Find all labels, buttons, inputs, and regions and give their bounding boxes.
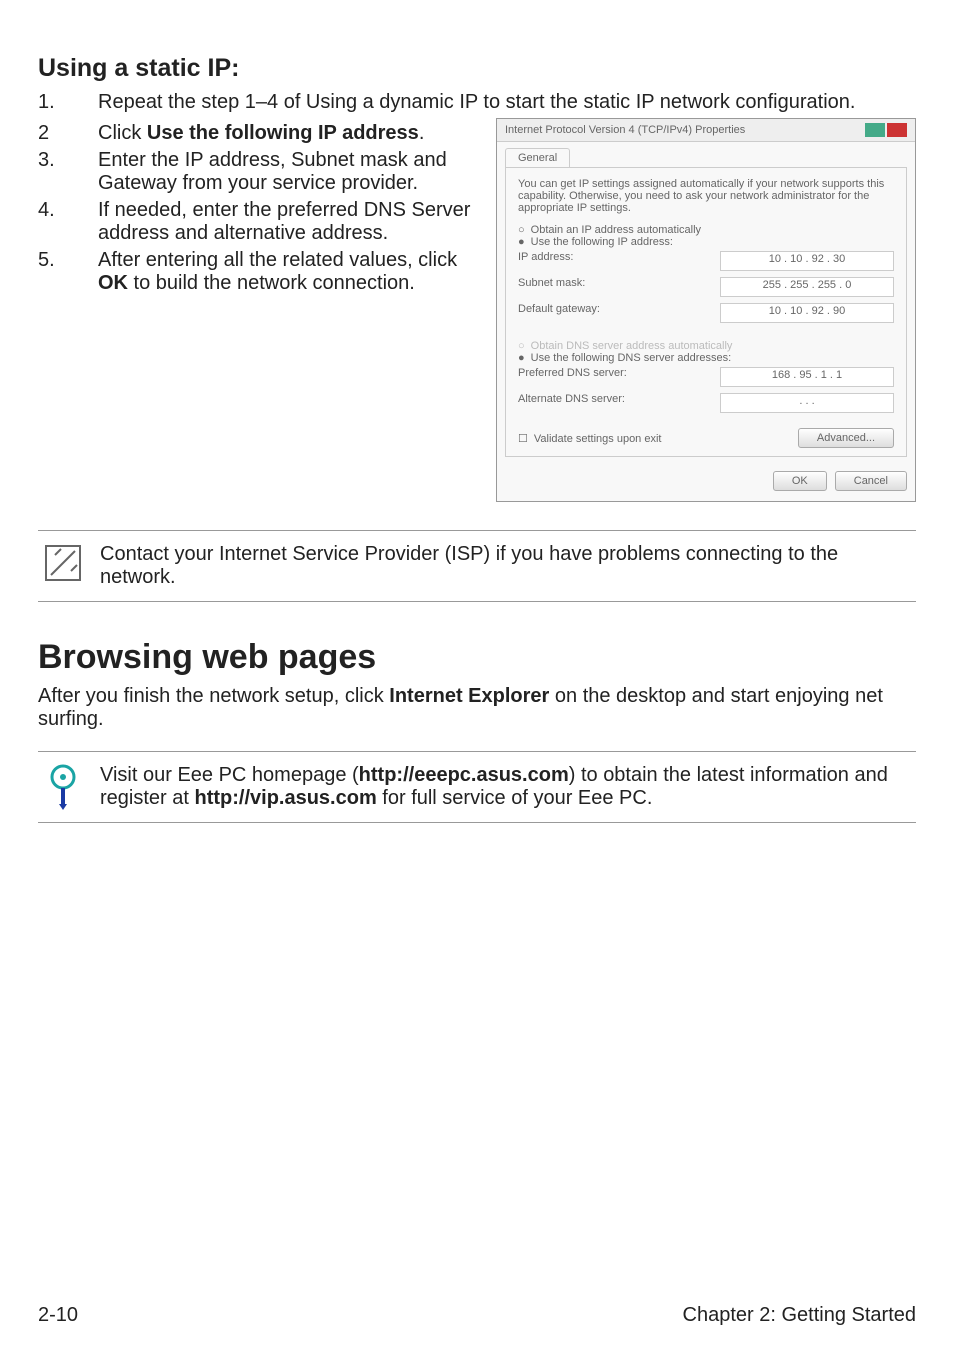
step-3: 3. Enter the IP address, Subnet mask and… bbox=[38, 149, 478, 195]
field-mask[interactable]: 255 . 255 . 255 . 0 bbox=[720, 277, 894, 297]
chapter-label: Chapter 2: Getting Started bbox=[683, 1304, 916, 1327]
window-buttons bbox=[865, 123, 907, 137]
heading-browsing: Browsing web pages bbox=[38, 638, 916, 677]
step-num: 5. bbox=[38, 249, 98, 272]
cancel-button[interactable]: Cancel bbox=[835, 471, 907, 491]
field-ip[interactable]: 10 . 10 . 92 . 30 bbox=[720, 251, 894, 271]
section-title: Using a static IP: bbox=[38, 54, 916, 83]
step-num: 2 bbox=[38, 122, 98, 145]
step-2: 2 Click Use the following IP address. bbox=[38, 122, 478, 145]
label-pref-dns: Preferred DNS server: bbox=[518, 367, 627, 387]
step-num: 1. bbox=[38, 91, 98, 114]
note-icon bbox=[42, 543, 84, 583]
properties-dialog: Internet Protocol Version 4 (TCP/IPv4) P… bbox=[496, 118, 916, 502]
radio-auto-dns: ○Obtain DNS server address automatically bbox=[518, 340, 894, 352]
tab-general[interactable]: General bbox=[505, 148, 570, 167]
step-text: Enter the IP address, Subnet mask and Ga… bbox=[98, 149, 478, 195]
radio-use-dns[interactable]: ●Use the following DNS server addresses: bbox=[518, 352, 894, 364]
label-ip: IP address: bbox=[518, 251, 573, 271]
tip-icon bbox=[42, 764, 84, 810]
step-text: After entering all the related values, c… bbox=[98, 249, 478, 295]
note-text: Contact your Internet Service Provider (… bbox=[100, 543, 912, 589]
label-gateway: Default gateway: bbox=[518, 303, 600, 323]
label-mask: Subnet mask: bbox=[518, 277, 585, 297]
tip-text: Visit our Eee PC homepage (http://eeepc.… bbox=[100, 764, 912, 810]
page-number: 2-10 bbox=[38, 1304, 78, 1327]
step-text: If needed, enter the preferred DNS Serve… bbox=[98, 199, 478, 245]
dialog-title: Internet Protocol Version 4 (TCP/IPv4) P… bbox=[505, 124, 745, 136]
step-1: 1. Repeat the step 1–4 of Using a dynami… bbox=[38, 91, 916, 114]
label-alt-dns: Alternate DNS server: bbox=[518, 393, 625, 413]
help-icon[interactable] bbox=[865, 123, 885, 137]
checkbox-validate[interactable]: ☐Validate settings upon exit bbox=[518, 432, 661, 445]
advanced-button[interactable]: Advanced... bbox=[798, 428, 894, 448]
field-pref-dns[interactable]: 168 . 95 . 1 . 1 bbox=[720, 367, 894, 387]
close-icon[interactable] bbox=[887, 123, 907, 137]
field-gateway[interactable]: 10 . 10 . 92 . 90 bbox=[720, 303, 894, 323]
step-num: 3. bbox=[38, 149, 98, 172]
step-5: 5. After entering all the related values… bbox=[38, 249, 478, 295]
page-footer: 2-10 Chapter 2: Getting Started bbox=[38, 1304, 916, 1327]
step-num: 4. bbox=[38, 199, 98, 222]
ok-button[interactable]: OK bbox=[773, 471, 827, 491]
step-text: Repeat the step 1–4 of Using a dynamic I… bbox=[98, 91, 916, 114]
step-4: 4. If needed, enter the preferred DNS Se… bbox=[38, 199, 478, 245]
note-box: Contact your Internet Service Provider (… bbox=[38, 530, 916, 602]
field-alt-dns[interactable]: . . . bbox=[720, 393, 894, 413]
dialog-description: You can get IP settings assigned automat… bbox=[518, 178, 894, 214]
body-browsing: After you finish the network setup, clic… bbox=[38, 685, 916, 731]
radio-use-ip[interactable]: ●Use the following IP address: bbox=[518, 236, 894, 248]
step-text: Click Use the following IP address. bbox=[98, 122, 478, 145]
radio-auto-ip[interactable]: ○Obtain an IP address automatically bbox=[518, 224, 894, 236]
tip-box: Visit our Eee PC homepage (http://eeepc.… bbox=[38, 751, 916, 823]
